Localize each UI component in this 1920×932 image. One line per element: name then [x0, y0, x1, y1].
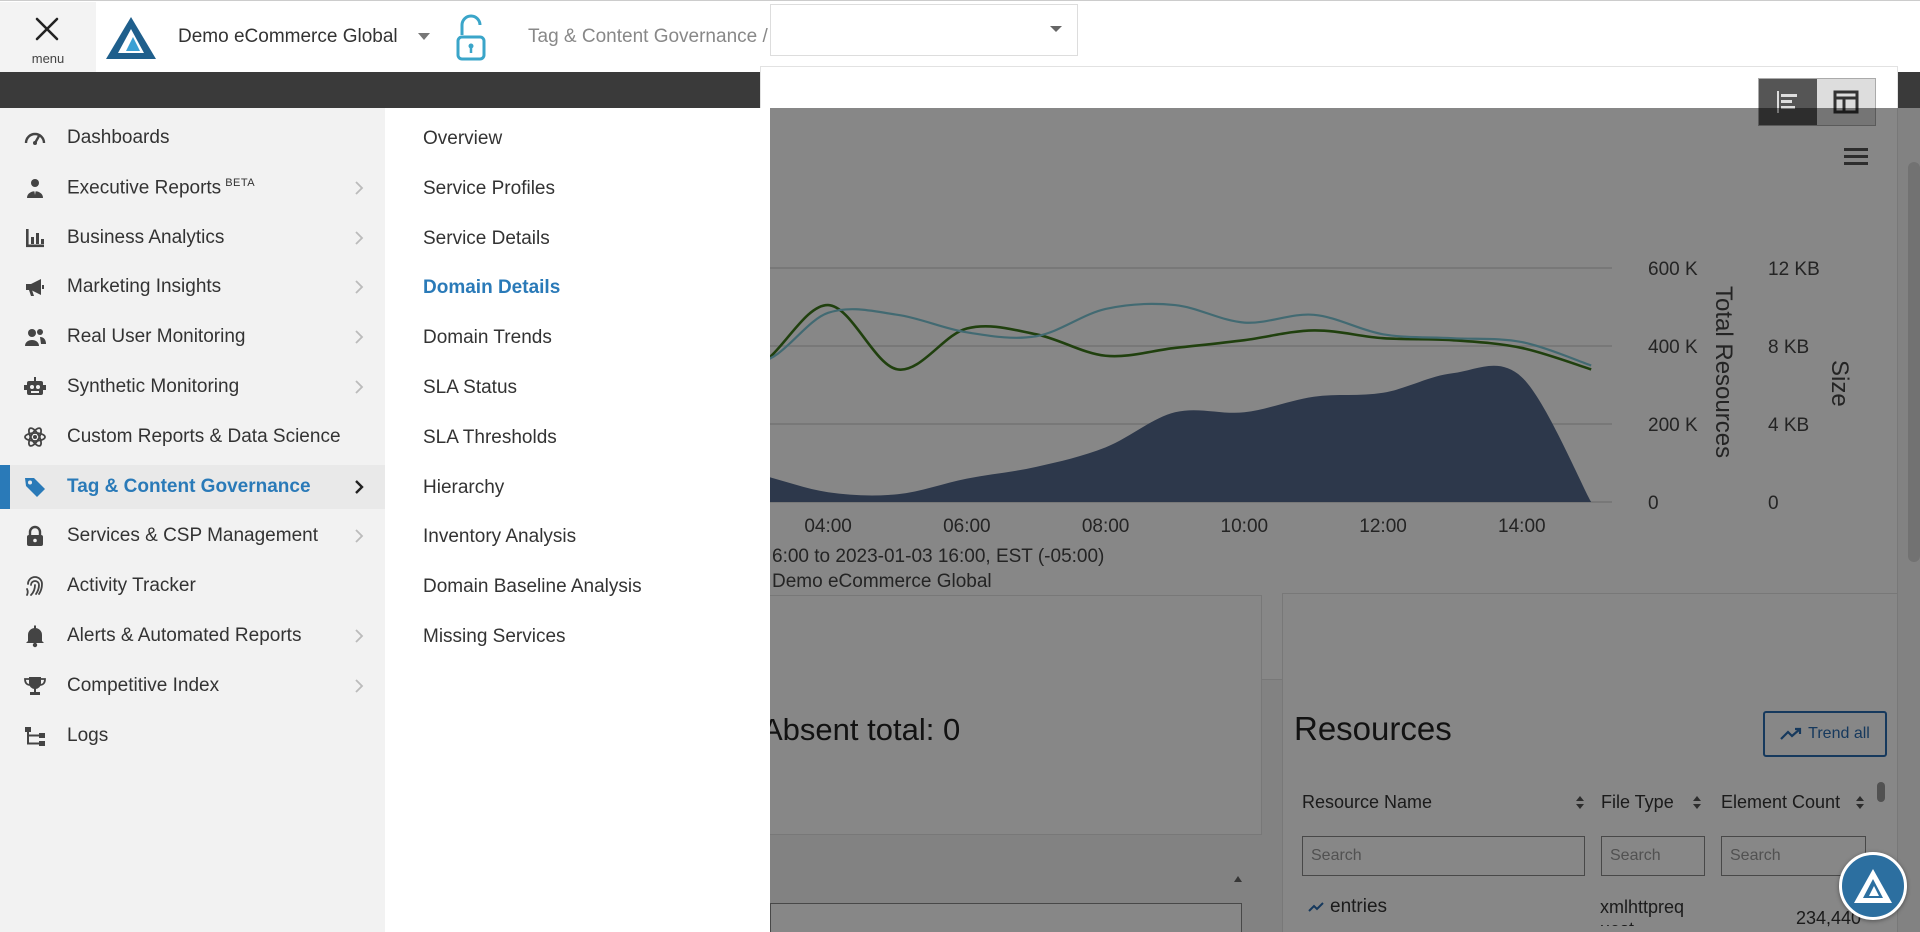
nav-item-label: Competitive Index: [67, 674, 220, 696]
nav-item-label: Business Analytics: [67, 226, 225, 248]
chevron-right-icon: [355, 479, 364, 494]
nav-item-services-and-csp-management[interactable]: Services & CSP Management: [0, 514, 385, 558]
submenu-item-inventory-analysis[interactable]: Inventory Analysis: [423, 526, 576, 548]
beta-badge: BETA: [225, 176, 256, 189]
nav-item-activity-tracker[interactable]: Activity Tracker: [0, 564, 385, 608]
megaphone-icon: [23, 275, 47, 299]
atom-icon: [23, 425, 47, 449]
assistant-button[interactable]: [1839, 852, 1907, 920]
nav-item-label: Executive Reports BETA: [67, 176, 256, 198]
chevron-right-icon: [355, 380, 364, 394]
chevron-right-icon: [355, 230, 364, 245]
nav-item-label: Services & CSP Management: [67, 525, 318, 547]
users-icon: [23, 325, 47, 349]
nav-item-tag-and-content-governance[interactable]: Tag & Content Governance: [0, 464, 385, 509]
nav-item-custom-reports-and-data-science[interactable]: Custom Reports & Data Science: [0, 415, 385, 459]
hierarchy-icon: [23, 724, 47, 748]
nav-item-label: Marketing Insights: [67, 276, 222, 298]
nav-item-label: Real User Monitoring: [67, 326, 246, 348]
submenu-item-domain-baseline-analysis[interactable]: Domain Baseline Analysis: [423, 576, 642, 598]
nav-item-synthetic-monitoring[interactable]: Synthetic Monitoring: [0, 365, 385, 409]
dashboard-icon: [23, 126, 47, 150]
nav-item-alerts-and-automated-reports[interactable]: Alerts & Automated Reports: [0, 614, 385, 658]
submenu-item-sla-thresholds[interactable]: SLA Thresholds: [423, 427, 557, 449]
chevron-right-icon: [355, 629, 364, 643]
nav-item-label: Synthetic Monitoring: [67, 376, 240, 397]
lock-icon: [23, 524, 47, 548]
submenu-item-domain-details[interactable]: Domain Details: [423, 277, 560, 299]
robot-icon: [23, 375, 47, 399]
nav-item-marketing-insights[interactable]: Marketing Insights: [0, 265, 385, 309]
nav-item-label: Custom Reports & Data Science: [67, 425, 341, 447]
nav-item-label: Activity Tracker: [67, 575, 196, 597]
submenu-item-hierarchy[interactable]: Hierarchy: [423, 477, 504, 499]
executive-icon: [23, 176, 47, 200]
nav-item-logs[interactable]: Logs: [0, 714, 385, 758]
tag-icon: [23, 475, 47, 499]
chevron-right-icon: [355, 529, 364, 544]
submenu-item-domain-trends[interactable]: Domain Trends: [423, 327, 552, 349]
submenu-item-sla-status[interactable]: SLA Status: [423, 377, 517, 399]
trophy-icon: [23, 674, 47, 698]
nav-item-label: Logs: [67, 724, 109, 746]
chevron-right-icon: [355, 280, 364, 295]
fingerprint-icon: [23, 574, 47, 598]
chevron-right-icon: [355, 679, 364, 693]
submenu-item-overview[interactable]: Overview: [423, 128, 502, 150]
bar-chart-icon: [23, 226, 47, 250]
bell-icon: [23, 624, 47, 648]
sub-nav-panel: Overview Service Profiles Service Details D…: [385, 108, 770, 932]
chevron-right-icon: [355, 330, 364, 344]
submenu-item-service-profiles[interactable]: Service Profiles: [423, 178, 555, 200]
active-indicator: [0, 464, 10, 509]
submenu-item-missing-services[interactable]: Missing Services: [423, 626, 566, 648]
nav-item-competitive-index[interactable]: Competitive Index: [0, 664, 385, 708]
nav-item-real-user-monitoring[interactable]: Real User Monitoring: [0, 315, 385, 359]
nav-item-label: Tag & Content Governance: [67, 475, 311, 497]
nav-item-executive-reports[interactable]: Executive Reports BETA: [0, 166, 385, 210]
nav-item-dashboards[interactable]: Dashboards: [0, 116, 385, 160]
nav-item-label: Alerts & Automated Reports: [67, 625, 302, 646]
main-nav-drawer: Dashboards Executive Reports BETA Business …: [0, 108, 385, 932]
nav-item-label: Dashboards: [67, 127, 170, 148]
submenu-item-service-details[interactable]: Service Details: [423, 228, 550, 250]
chevron-right-icon: [355, 181, 364, 195]
logo-icon: [1854, 869, 1892, 903]
nav-item-business-analytics[interactable]: Business Analytics: [0, 216, 385, 260]
